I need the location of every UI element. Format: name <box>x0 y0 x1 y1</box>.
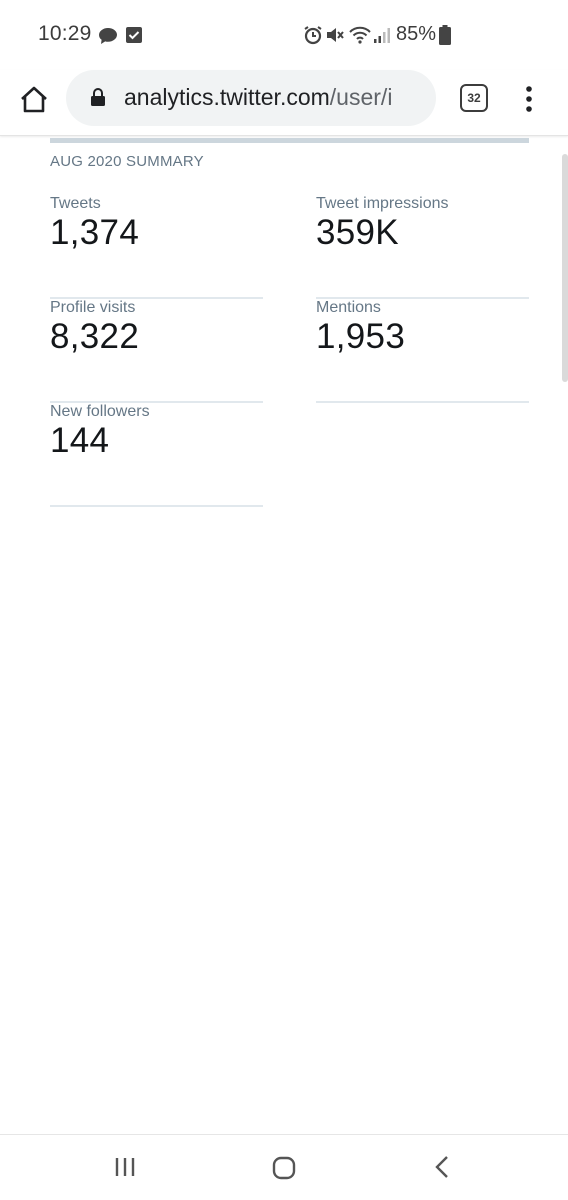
stat-new-followers: New followers 144 <box>50 403 263 507</box>
signal-icon <box>374 28 390 43</box>
stat-tweets: Tweets 1,374 <box>50 195 263 299</box>
alarm-icon <box>304 26 322 45</box>
stat-profile-visits: Profile visits 8,322 <box>50 299 263 403</box>
stat-label: Tweet impressions <box>316 195 449 212</box>
battery-icon <box>439 25 451 45</box>
home-icon[interactable] <box>16 82 52 118</box>
recents-icon[interactable] <box>113 1155 137 1179</box>
stat-value: 144 <box>50 421 110 460</box>
stat-value: 359K <box>316 213 399 252</box>
stat-mentions: Mentions 1,953 <box>316 299 529 403</box>
battery-percent: 85% <box>396 23 437 45</box>
tab-count: 32 <box>467 91 481 105</box>
stat-label: Profile visits <box>50 299 136 316</box>
back-icon[interactable] <box>433 1155 453 1179</box>
stat-label: New followers <box>50 403 150 420</box>
stat-value: 1,953 <box>316 317 406 356</box>
check-box-icon <box>126 27 142 43</box>
wifi-icon <box>349 26 371 44</box>
summary-heading: AUG 2020 SUMMARY <box>50 153 204 170</box>
stat-label: Tweets <box>50 195 101 212</box>
stat-tweet-impressions: Tweet impressions 359K <box>316 195 529 299</box>
stat-value: 8,322 <box>50 317 140 356</box>
mute-icon <box>327 28 344 42</box>
home-nav-icon[interactable] <box>271 1155 297 1181</box>
tab-switcher-button[interactable]: 32 <box>460 84 488 112</box>
url-domain: analytics.twitter.com <box>124 84 330 110</box>
chat-bubble-icon <box>99 28 117 44</box>
status-bar: 10:29 85% <box>0 0 568 70</box>
browser-toolbar: analytics.twitter.com/user/i 32 <box>0 70 568 136</box>
page-content: AUG 2020 SUMMARY Tweets 1,374 Tweet impr… <box>0 136 568 1134</box>
lock-icon <box>91 88 105 106</box>
stat-label: Mentions <box>316 299 381 316</box>
more-options-icon[interactable] <box>520 84 538 114</box>
url-path: /user/i <box>329 84 393 110</box>
status-time: 10:29 <box>38 22 92 45</box>
stat-value: 1,374 <box>50 213 140 252</box>
url-text: analytics.twitter.com/user/i <box>124 84 424 111</box>
address-bar[interactable]: analytics.twitter.com/user/i <box>66 70 436 126</box>
system-nav-bar <box>0 1134 568 1200</box>
section-divider <box>50 138 529 143</box>
scrollbar[interactable] <box>562 154 568 382</box>
